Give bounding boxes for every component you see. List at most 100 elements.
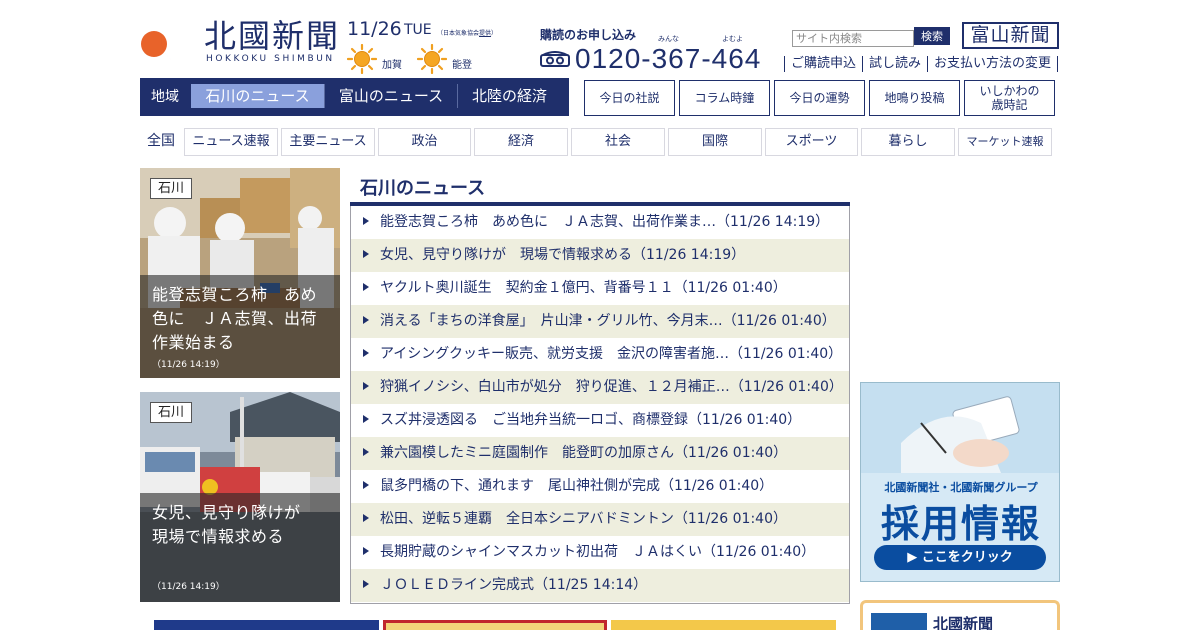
triangle-arrow-icon <box>363 382 369 390</box>
ishikawa-saijiki-button[interactable]: いしかわの 歳時記 <box>964 80 1055 116</box>
hokkoku-logo-mark-icon <box>141 20 198 64</box>
app-badge-icon <box>871 613 927 630</box>
region-tag: 石川 <box>150 178 192 199</box>
link-payment-change[interactable]: お支払い方法の変更 <box>927 56 1059 72</box>
site-logo[interactable]: 北國新聞 HOKKOKU SHIMBUN <box>140 16 340 66</box>
recruit-banner[interactable]: 北國新聞社・北國新聞グループ 採用情報 ▶ ここをクリック <box>860 382 1060 582</box>
bottom-banner[interactable] <box>383 620 607 630</box>
app-panel-name: 北國新聞 <box>933 615 994 630</box>
photo-timestamp: （11/26 14:19） <box>152 360 225 370</box>
subscribe-title: 購読のお申し込み <box>540 28 637 42</box>
hokkoku-app-panel[interactable]: 北國新聞 <box>860 600 1060 630</box>
news-item-date: （11/25 14:14） <box>534 577 648 593</box>
photo-news-card[interactable]: 石川 女児、見守り隊けが 現場で情報求める （11/26 14:19） <box>140 392 340 602</box>
photo-news-card[interactable]: 石川 能登志賀ころ柿 あめ色に ＪＡ志賀、出荷作業始まる （11/26 14:1… <box>140 168 340 378</box>
photo-title: 能登志賀ころ柿 あめ色に ＪＡ志賀、出荷作業始まる <box>152 285 318 352</box>
news-item-date: （11/26 01:40） <box>674 445 788 461</box>
search-input[interactable] <box>792 30 914 47</box>
tab-toyama-news[interactable]: 富山のニュース <box>324 84 457 108</box>
weather-source: （日本気象協会提供） <box>437 30 498 37</box>
news-item-date: （11/26 01:40） <box>702 544 816 560</box>
phone-number[interactable]: 0120-367-464 <box>575 43 761 75</box>
news-list-item[interactable]: アイシングクッキー販売、就労支援 金沢の障害者施…（11/26 01:40） <box>351 338 849 371</box>
recruit-title: 採用情報 <box>880 502 1041 546</box>
link-subscribe[interactable]: ご購読申込 <box>784 56 862 72</box>
triangle-arrow-icon <box>363 481 369 489</box>
news-item-title: スズ丼浸透図る ご当地弁当統一ロゴ、商標登録 <box>380 412 688 428</box>
news-list-item[interactable]: 消える「まちの洋食屋」 片山津・グリル竹、今月末…（11/26 01:40） <box>351 305 849 338</box>
news-item-title: ＪＯＬＥＤライン完成式 <box>380 577 534 593</box>
logo-title: 北國新聞 <box>204 17 341 55</box>
news-item-date: （11/26 01:40） <box>688 412 802 428</box>
triangle-arrow-icon <box>363 283 369 291</box>
triangle-arrow-icon <box>363 580 369 588</box>
news-section-header: 石川のニュース <box>350 168 850 206</box>
news-list: 能登志賀ころ柿 あめ色に ＪＡ志賀、出荷作業ま…（11/26 14:19） 女児、… <box>350 206 850 604</box>
logo-subtitle: HOKKOKU SHIMBUN <box>206 54 335 64</box>
triangle-arrow-icon <box>363 349 369 357</box>
news-list-item[interactable]: スズ丼浸透図る ご当地弁当統一ロゴ、商標登録（11/26 01:40） <box>351 404 849 437</box>
category-politics[interactable]: 政治 <box>378 128 471 156</box>
category-sports[interactable]: スポーツ <box>765 128 858 156</box>
news-list-item[interactable]: 鼠多門橋の下、通れます 尾山神社側が完成（11/26 01:40） <box>351 470 849 503</box>
triangle-arrow-icon <box>363 415 369 423</box>
news-item-title: 消える「まちの洋食屋」 片山津・グリル竹、今月末… <box>380 313 723 329</box>
news-item-title: 兼六園模したミニ庭園制作 能登町の加原さん <box>380 445 674 461</box>
news-list-item[interactable]: 女児、見守り隊けが 現場で情報求める（11/26 14:19） <box>351 239 849 272</box>
region-tag: 石川 <box>150 402 192 423</box>
weather-widget: 11/26 TUE （日本気象協会提供） 加賀 能登 <box>347 18 517 74</box>
category-label-national[interactable]: 全国 <box>140 128 182 156</box>
news-item-date: （11/26 14:19） <box>632 247 746 263</box>
free-dial-icon <box>540 51 570 67</box>
category-main-news[interactable]: 主要ニュース <box>281 128 375 156</box>
bottom-banner[interactable] <box>611 620 836 630</box>
editorial-button[interactable]: 今日の社説 <box>584 80 675 116</box>
top-links: ご購読申込 試し読み お支払い方法の変更 <box>784 56 1059 72</box>
site-search: 検索 <box>792 27 950 47</box>
category-lifestyle[interactable]: 暮らし <box>861 128 955 156</box>
link-trial[interactable]: 試し読み <box>862 56 927 72</box>
category-economy[interactable]: 経済 <box>474 128 568 156</box>
toyama-shimbun-logo[interactable]: 富山新聞 <box>962 22 1059 49</box>
bottom-banner[interactable] <box>154 620 379 630</box>
news-item-date: （11/26 14:19） <box>716 214 830 230</box>
triangle-arrow-icon <box>363 217 369 225</box>
weather-day-of-week: TUE <box>404 22 432 38</box>
category-breaking-news[interactable]: ニュース速報 <box>184 128 278 156</box>
recruit-click-button[interactable]: ▶ ここをクリック <box>874 545 1046 570</box>
news-list-item[interactable]: 能登志賀ころ柿 あめ色に ＪＡ志賀、出荷作業ま…（11/26 14:19） <box>351 206 849 239</box>
weather-source-link[interactable]: 提供 <box>479 30 491 37</box>
weather-date: 11/26 <box>347 18 402 40</box>
region-label: 地域 <box>151 89 179 105</box>
news-list-item[interactable]: ヤクルト奥川誕生 契約金１億円、背番号１１（11/26 01:40） <box>351 272 849 305</box>
news-list-item[interactable]: ＪＯＬＥＤライン完成式（11/25 14:14） <box>351 569 849 602</box>
news-item-title: 狩猟イノシシ、白山市が処分 狩り促進、１２月補正… <box>380 379 730 395</box>
sunny-icon <box>417 44 447 74</box>
news-item-date: （11/26 01:40） <box>673 511 788 527</box>
news-item-title: 松田、逆転５連覇 全日本シニアバドミントン <box>380 511 674 527</box>
triangle-arrow-icon <box>363 547 369 555</box>
search-button[interactable]: 検索 <box>914 27 950 45</box>
news-list-item[interactable]: 兼六園模したミニ庭園制作 能登町の加原さん（11/26 01:40） <box>351 437 849 470</box>
news-item-title: 女児、見守り隊けが 現場で情報求める <box>380 247 632 263</box>
horoscope-button[interactable]: 今日の運勢 <box>774 80 865 116</box>
reader-post-button[interactable]: 地鳴り投稿 <box>869 80 960 116</box>
triangle-arrow-icon <box>363 250 369 258</box>
news-list-item[interactable]: 長期貯蔵のシャインマスカット初出荷 ＪＡはくい（11/26 01:40） <box>351 536 849 569</box>
news-item-title: アイシングクッキー販売、就労支援 金沢の障害者施… <box>380 346 730 362</box>
news-item-date: （11/26 01:40） <box>660 478 774 494</box>
news-list-item[interactable]: 狩猟イノシシ、白山市が処分 狩り促進、１２月補正…（11/26 01:40） <box>351 371 849 404</box>
subscribe-box[interactable]: 購読のお申し込み みんな よむよ 0120-367-464 <box>540 26 785 76</box>
category-market-news[interactable]: マーケット速報 <box>958 128 1052 156</box>
tab-ishikawa-news[interactable]: 石川のニュース <box>191 84 324 108</box>
photo-caption: 女児、見守り隊けが 現場で情報求める （11/26 14:19） <box>140 493 340 602</box>
category-society[interactable]: 社会 <box>571 128 665 156</box>
news-item-title: 鼠多門橋の下、通れます 尾山神社側が完成 <box>380 478 660 494</box>
tab-hokuriku-economy[interactable]: 北陸の経済 <box>457 84 561 108</box>
sunny-icon <box>347 44 377 74</box>
news-item-date: （11/26 01:40） <box>722 313 836 329</box>
category-international[interactable]: 国際 <box>668 128 762 156</box>
news-list-item[interactable]: 松田、逆転５連覇 全日本シニアバドミントン（11/26 01:40） <box>351 503 849 536</box>
triangle-arrow-icon <box>363 448 369 456</box>
column-jisho-button[interactable]: コラム時鐘 <box>679 80 770 116</box>
